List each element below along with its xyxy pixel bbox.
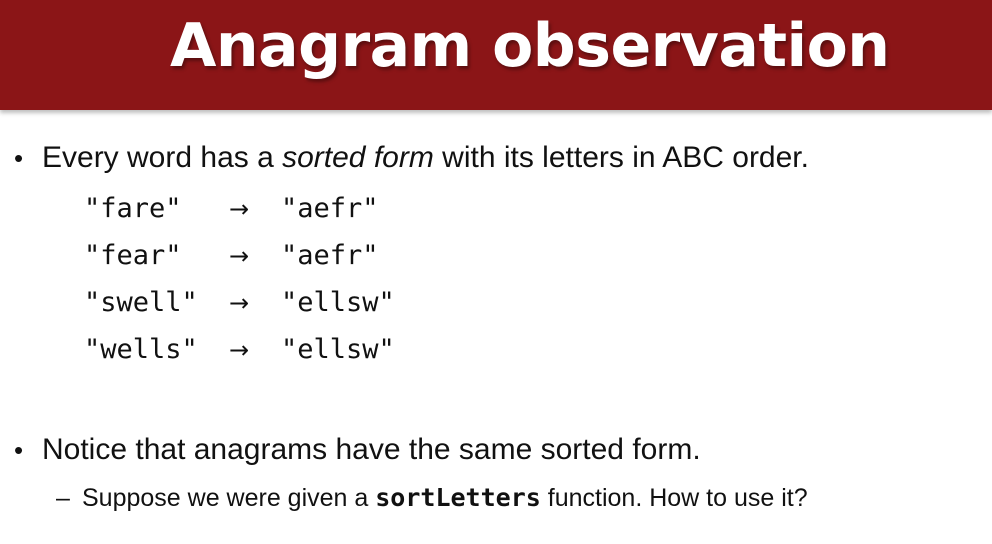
example-word: "fear" [84, 240, 182, 271]
example-sorted: "ellsw" [281, 334, 395, 365]
right-arrow-icon: → [229, 289, 250, 317]
example-row: "swell" → "ellsw" [84, 286, 395, 320]
slide: Anagram observation • Every word has a so… [0, 0, 992, 544]
slide-title: Anagram observation [170, 11, 890, 81]
example-word: "swell" [84, 287, 198, 318]
dash-icon: – [56, 484, 70, 512]
bullet-icon: • [14, 143, 24, 173]
bullet-anagrams: • Notice that anagrams have the same sort… [14, 432, 701, 468]
bullet1-emphasis: sorted form [282, 141, 434, 174]
bullet-icon: • [14, 435, 24, 465]
right-arrow-icon: → [229, 242, 250, 270]
example-sorted: "aefr" [281, 240, 379, 271]
title-bar: Anagram observation [0, 0, 992, 110]
subbullet-text-before: Suppose we were given a [82, 484, 376, 512]
example-row: "wells" → "ellsw" [84, 333, 395, 367]
right-arrow-icon: → [229, 195, 250, 223]
code-sortletters: sortLetters [375, 483, 541, 512]
example-sorted: "aefr" [281, 193, 379, 224]
right-arrow-icon: → [229, 336, 250, 364]
bullet2-text: Notice that anagrams have the same sorte… [42, 433, 701, 466]
example-word: "wells" [84, 334, 198, 365]
subbullet-text-after: function. How to use it? [540, 484, 808, 512]
example-sorted: "ellsw" [281, 287, 395, 318]
bullet-sorted-form: • Every word has a sorted form with its l… [14, 140, 809, 176]
subbullet-sortletters: – Suppose we were given a sortLetters fun… [56, 482, 808, 514]
bullet1-text-after: with its letters in ABC order. [433, 141, 809, 174]
bullet1-text-before: Every word has a [42, 141, 283, 174]
example-row: "fear" → "aefr" [84, 239, 379, 273]
example-word: "fare" [84, 193, 182, 224]
example-row: "fare" → "aefr" [84, 192, 379, 226]
